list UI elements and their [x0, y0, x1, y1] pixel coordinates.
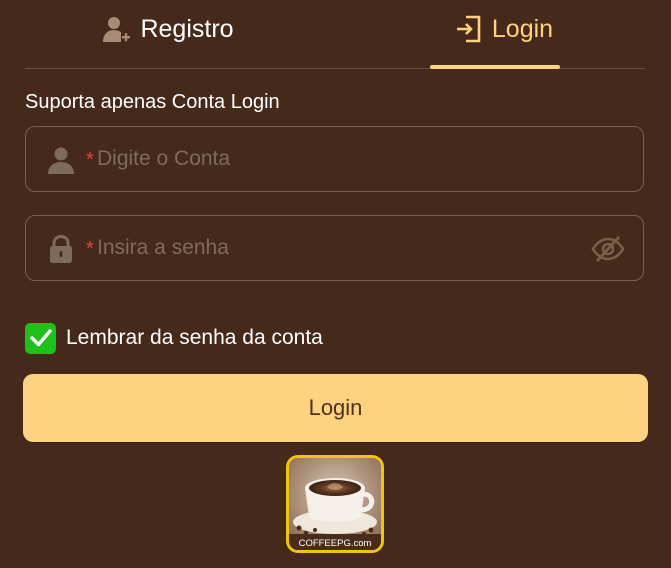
required-marker: * [86, 149, 94, 171]
login-button[interactable]: Login [23, 374, 648, 442]
account-input[interactable] [97, 144, 577, 174]
checkmark-icon [29, 329, 52, 347]
coffee-cup-image: COFFEEPG.com [289, 458, 381, 550]
tab-registro[interactable]: Registro [0, 0, 336, 68]
account-field: * [25, 126, 644, 192]
form-subtitle: Suporta apenas Conta Login [25, 91, 280, 113]
lock-icon [50, 234, 72, 263]
remember-checkbox[interactable] [25, 322, 56, 354]
auth-tabs: Registro Login [0, 0, 671, 69]
tab-login[interactable]: Login [336, 0, 671, 68]
password-field: * [25, 215, 644, 281]
remember-password[interactable]: Lembrar da senha da conta [25, 322, 323, 354]
logo-text: COFFEEPG.com [299, 538, 372, 549]
active-tab-indicator [430, 65, 560, 69]
password-input[interactable] [97, 233, 577, 263]
eye-off-icon[interactable] [590, 234, 626, 264]
user-add-icon [103, 17, 131, 42]
coffeepg-logo[interactable]: COFFEEPG.com [286, 455, 384, 553]
tab-registro-label: Registro [140, 15, 234, 43]
user-icon [48, 147, 74, 174]
login-door-icon [456, 15, 481, 43]
tab-login-label: Login [491, 15, 554, 43]
required-marker: * [86, 238, 94, 260]
remember-label: Lembrar da senha da conta [66, 326, 323, 349]
